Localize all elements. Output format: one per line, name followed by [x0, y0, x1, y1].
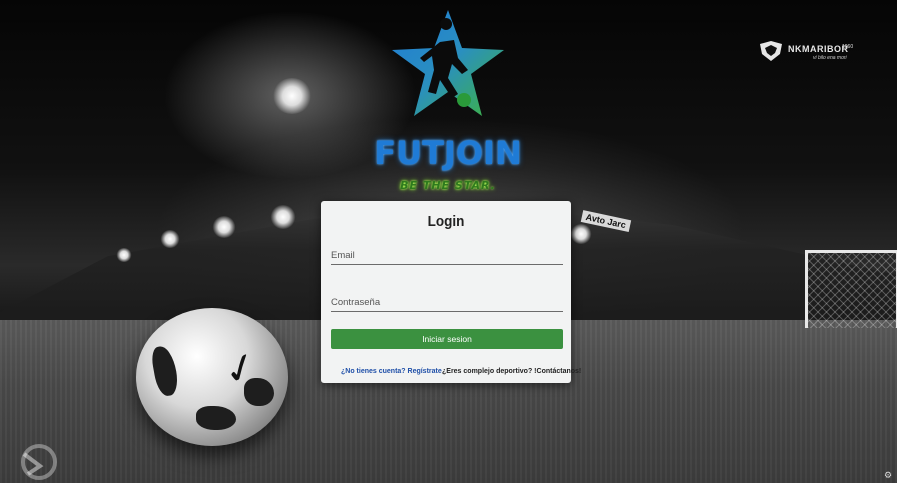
brand-tagline: BE THE STAR. [400, 179, 496, 192]
floodlight [160, 230, 180, 248]
brand-name: FUTJOIN [374, 134, 522, 172]
ball-panel [196, 406, 236, 430]
club-motto: vi bilo ena mori [813, 55, 847, 61]
shield-icon [760, 41, 782, 61]
club-year: 1960 [842, 44, 854, 50]
club-name: NKMARIBOR [788, 44, 849, 54]
floodlight [570, 224, 592, 244]
login-links: ¿No tienes cuenta? Regístrate ¿Eres comp… [321, 368, 581, 380]
soccer-ball: ✓ [136, 308, 288, 446]
ball-panel [149, 344, 181, 398]
floodlight [272, 78, 312, 114]
login-button[interactable]: Iniciar sesion [331, 329, 563, 349]
password-field[interactable] [331, 293, 563, 312]
login-title: Login [427, 213, 465, 230]
star-player-icon [392, 10, 504, 116]
settings-icon[interactable]: ⚙ [884, 470, 894, 480]
club-badge: NKMARIBOR 1960 vi bilo ena mori [758, 40, 868, 66]
login-card: Login Iniciar sesion ¿No tienes cuenta? … [321, 201, 581, 383]
floodlight [116, 248, 132, 262]
register-link[interactable]: ¿No tienes cuenta? Regístrate [341, 368, 442, 375]
email-field[interactable] [331, 246, 563, 265]
back-arrow-icon[interactable] [14, 440, 64, 480]
goal-net [805, 250, 897, 328]
brand-logo: FUTJOIN BE THE STAR. [372, 8, 524, 193]
contact-link[interactable]: ¿Eres complejo deportivo? !Contáctanos! [442, 368, 581, 375]
floodlight [270, 205, 296, 229]
floodlight [212, 216, 236, 238]
